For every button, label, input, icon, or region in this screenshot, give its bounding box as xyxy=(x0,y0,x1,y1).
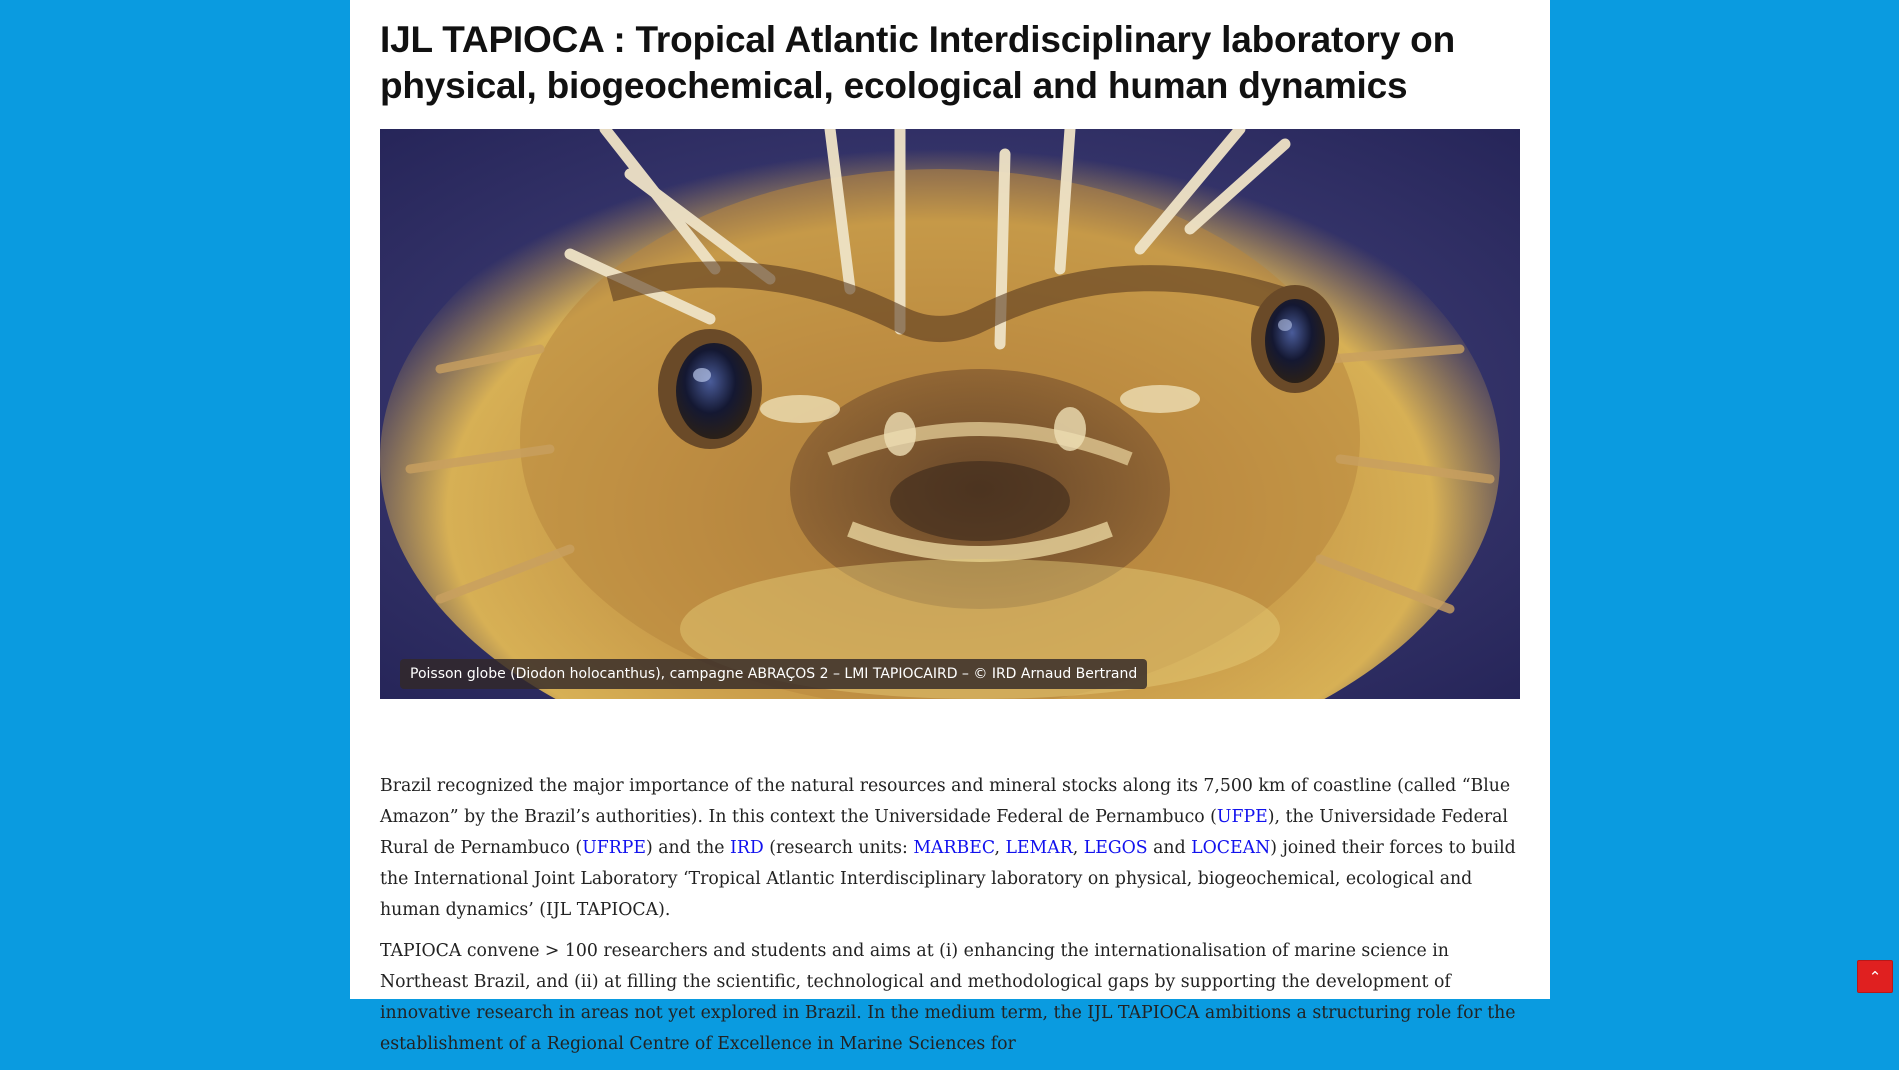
text-segment: (research units: xyxy=(763,838,914,858)
page-title: IJL TAPIOCA : Tropical Atlantic Interdis… xyxy=(380,19,1455,106)
text-segment: and xyxy=(1147,838,1192,858)
link-ird[interactable]: IRD xyxy=(730,838,764,858)
scroll-to-top-button[interactable]: ⌃ xyxy=(1857,960,1893,993)
article-body: Brazil recognized the major importance o… xyxy=(380,771,1520,1060)
chevron-up-icon: ⌃ xyxy=(1868,967,1882,986)
link-marbec[interactable]: MARBEC xyxy=(913,838,994,858)
image-caption: Poisson globe (Diodon holocanthus), camp… xyxy=(400,659,1148,689)
link-locean[interactable]: LOCEAN xyxy=(1191,838,1270,858)
featured-image: Poisson globe (Diodon holocanthus), camp… xyxy=(380,129,1520,699)
link-legos[interactable]: LEGOS xyxy=(1084,838,1148,858)
paragraph-goals: TAPIOCA convene > 100 researchers and st… xyxy=(380,941,1516,1054)
link-ufpe[interactable]: UFPE xyxy=(1217,807,1268,827)
page-container: IJL TAPIOCA : Tropical Atlantic Interdis… xyxy=(350,0,1550,1054)
paragraph-intro: Brazil recognized the major importance o… xyxy=(380,771,1520,926)
article: IJL TAPIOCA : Tropical Atlantic Interdis… xyxy=(380,0,1520,1070)
link-ufrpe[interactable]: UFRPE xyxy=(582,838,646,858)
text-segment: , xyxy=(1072,838,1084,858)
pufferfish-photo xyxy=(380,129,1500,699)
link-lemar[interactable]: LEMAR xyxy=(1005,838,1072,858)
text-segment: ) and the xyxy=(646,838,731,858)
text-segment: , xyxy=(994,838,1006,858)
